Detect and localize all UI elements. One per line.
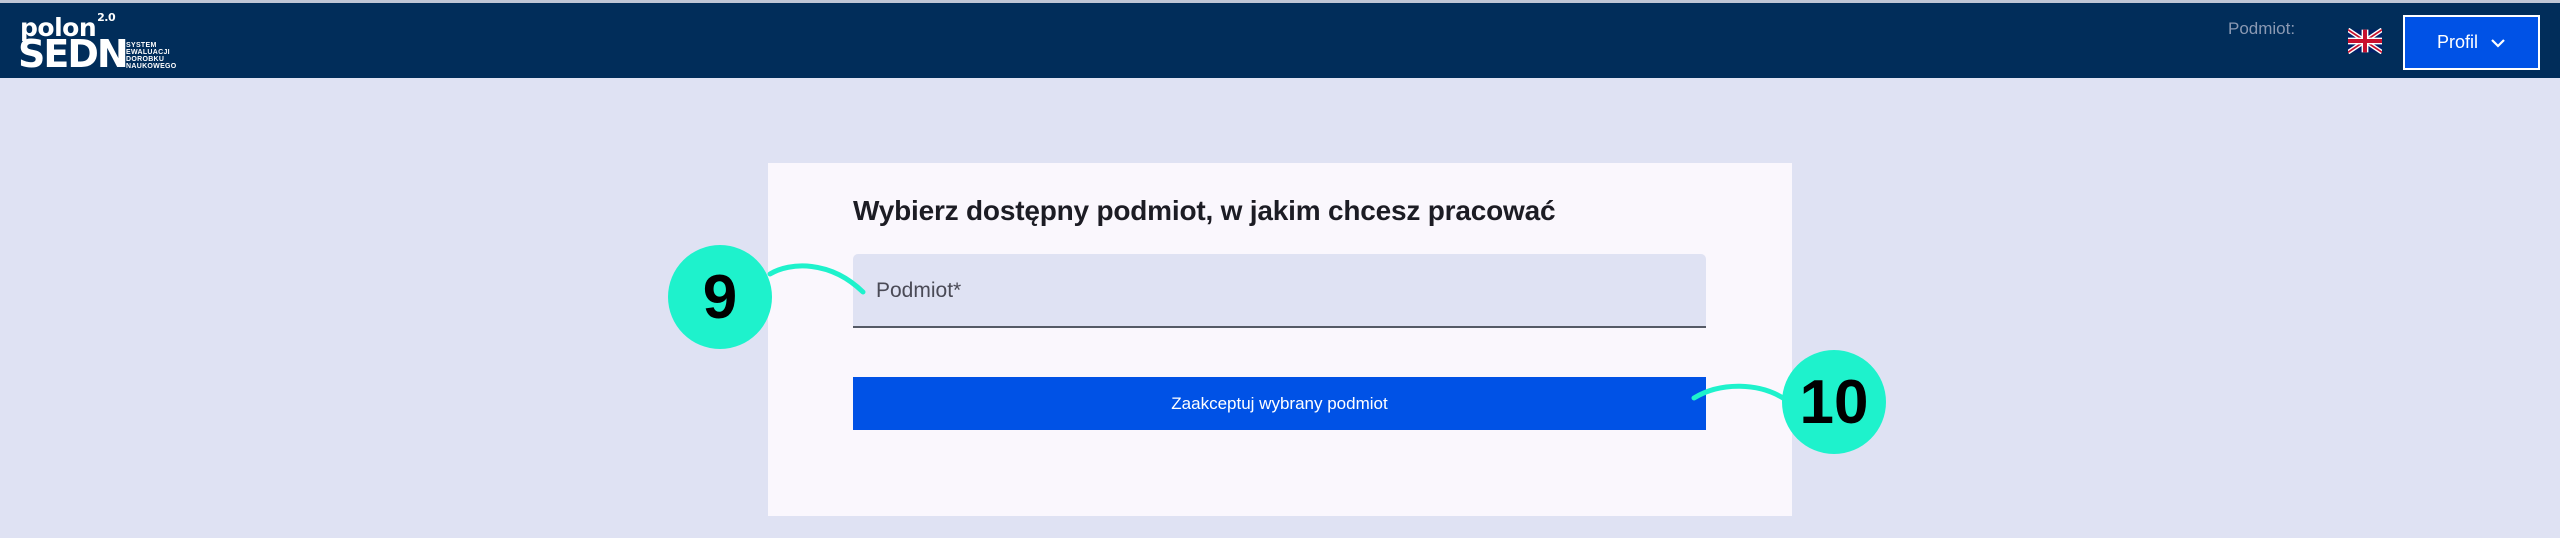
profile-button-label: Profil xyxy=(2436,32,2478,52)
select-entity-card: Wybierz dostępny podmiot, w jakim chcesz… xyxy=(768,163,1792,516)
annotation-marker-9: 9 xyxy=(668,245,772,349)
accept-entity-button[interactable]: Zaakceptuj wybrany podmiot xyxy=(853,377,1706,430)
top-navigation-bar: polon2.0 SEDN SYSTEM EWALUACJI DOROBKU N… xyxy=(0,0,2560,78)
annotation-marker-10: 10 xyxy=(1782,350,1886,454)
chevron-down-icon xyxy=(2491,38,2505,48)
logo-sedn-text: SEDN xyxy=(18,32,129,76)
podmiot-label: Podmiot: xyxy=(2228,19,2296,38)
polon-sedn-logo[interactable]: polon2.0 SEDN SYSTEM EWALUACJI DOROBKU N… xyxy=(18,11,198,73)
podmiot-field-placeholder: Podmiot* xyxy=(876,279,962,302)
podmiot-select-field[interactable]: Podmiot* xyxy=(853,254,1706,328)
page-title: Wybierz dostępny podmiot, w jakim chcesz… xyxy=(853,195,1556,226)
logo-subtitle: SYSTEM EWALUACJI DOROBKU NAUKOWEGO xyxy=(126,42,177,70)
profile-button[interactable]: Profil xyxy=(2403,15,2540,70)
uk-flag-icon[interactable] xyxy=(2348,28,2382,54)
